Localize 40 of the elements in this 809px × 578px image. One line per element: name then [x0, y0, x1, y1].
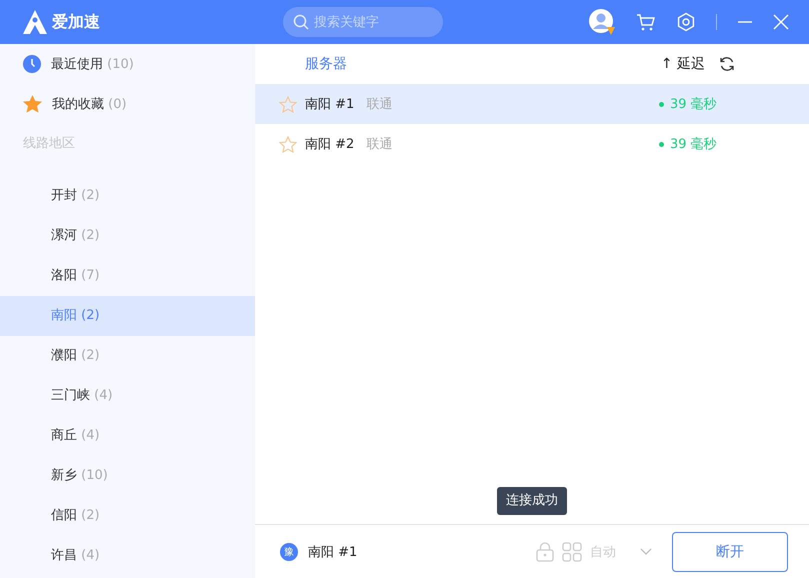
region-item[interactable]: 洛阳 (7): [0, 256, 255, 296]
avatar-icon[interactable]: [588, 8, 616, 36]
star-icon[interactable]: [279, 136, 297, 152]
close-icon[interactable]: [773, 14, 789, 30]
region-item[interactable]: 开封 (2): [0, 176, 255, 216]
clock-icon: [23, 55, 41, 73]
refresh-icon[interactable]: [719, 56, 735, 72]
sidebar-item[interactable]: 最近使用 (10): [0, 44, 255, 84]
section-title: 线路地区: [22, 135, 76, 153]
region-item[interactable]: 商丘 (4): [0, 416, 255, 456]
server-name: 南阳 #2: [305, 136, 354, 153]
region-item[interactable]: 漯河 (2): [0, 216, 255, 256]
latency-value: 39 毫秒: [659, 95, 809, 113]
region-item[interactable]: 许昌 (4): [0, 536, 255, 576]
star-icon: [23, 95, 42, 113]
disconnect-button[interactable]: 断开: [672, 532, 788, 572]
rocket-logo-icon: [22, 9, 48, 35]
current-server: 南阳 #1: [308, 544, 358, 560]
server-row[interactable]: 南阳 #1 联通 39 毫秒: [255, 84, 809, 124]
search-icon: [293, 14, 309, 30]
sidebar-item[interactable]: 我的收藏 (0): [0, 84, 255, 124]
search-field[interactable]: 搜索关键字: [283, 7, 443, 37]
region-item[interactable]: 新乡 (10): [0, 456, 255, 496]
column-header[interactable]: 服务器: [305, 55, 347, 73]
column-header[interactable]: ↑ 延迟: [660, 55, 705, 73]
isp-label: 联通: [366, 96, 392, 113]
province-badge: 豫: [280, 542, 298, 560]
region-item[interactable]: 信阳 (2): [0, 496, 255, 536]
settings-icon[interactable]: [676, 12, 696, 32]
server-row[interactable]: 南阳 #2 联通 39 毫秒: [255, 124, 809, 164]
chevron-down-icon[interactable]: [640, 548, 652, 556]
cart-icon[interactable]: [636, 12, 656, 32]
star-icon[interactable]: [279, 96, 297, 112]
region-item[interactable]: 濮阳 (2): [0, 336, 255, 376]
isp-label: 联通: [366, 136, 392, 153]
region-item[interactable]: 三门峡 (4): [0, 376, 255, 416]
latency-value: 39 毫秒: [659, 135, 809, 153]
app-name: 爱加速: [52, 12, 100, 32]
tooltip: 连接成功: [497, 487, 567, 515]
server-name: 南阳 #1: [305, 96, 354, 113]
